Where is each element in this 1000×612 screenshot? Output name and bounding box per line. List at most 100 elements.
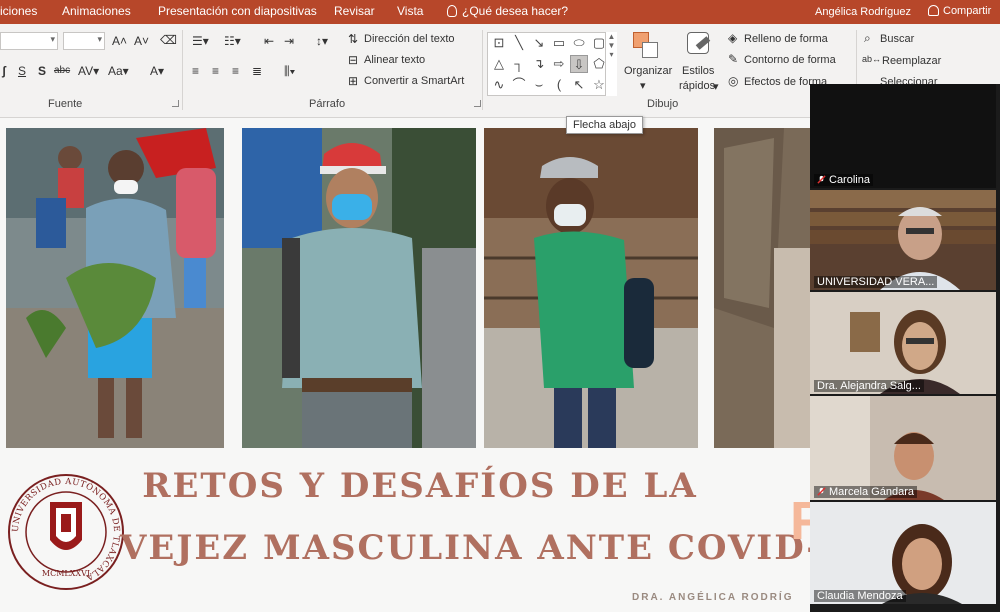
increase-indent-icon[interactable]: ⇥ [284, 34, 294, 48]
shape-outline-button[interactable]: Contorno de forma [744, 54, 836, 66]
quick-styles-icon [686, 30, 712, 58]
tab-slide-show[interactable]: Presentación con diapositivas [158, 4, 317, 18]
participant-tile-carolina[interactable]: Carolina [810, 84, 996, 188]
video-participants-panel: Carolina UNIVERSIDAD VERA... Dra. Alejan… [810, 84, 1000, 612]
right-arrow-shape-icon[interactable]: ⇨ [550, 55, 568, 73]
align-left-icon[interactable]: ≡ [192, 64, 199, 78]
font-color-icon[interactable]: A▾ [150, 64, 164, 78]
tab-view[interactable]: Vista [397, 4, 423, 18]
participant-video [810, 292, 996, 394]
arc-shape-icon[interactable]: ⌒ [510, 76, 528, 94]
replace-button[interactable]: Reemplazar [882, 55, 941, 67]
group-label-font: Fuente [48, 98, 83, 110]
slide-orange-letter: F [790, 491, 810, 551]
bracket-shape-icon[interactable]: ( [550, 76, 568, 94]
bullets-icon[interactable]: ☰▾ [192, 34, 209, 48]
arrange-icon [633, 32, 659, 60]
change-case-icon[interactable]: Aa▾ [108, 64, 129, 78]
strikethrough-icon[interactable]: abc [54, 65, 70, 76]
align-text-icon: ⊟ [348, 53, 359, 67]
align-center-icon[interactable]: ≡ [212, 64, 219, 78]
participant-tile-universidad[interactable]: UNIVERSIDAD VERA... [810, 190, 996, 290]
tell-me-box[interactable]: ¿Qué desea hacer? [447, 4, 568, 18]
down-arrow-shape-icon[interactable]: ⇩ [570, 55, 588, 73]
triangle-shape-icon[interactable]: △ [490, 55, 508, 73]
smartart-icon: ⊞ [348, 74, 359, 88]
university-seal: UNIVERSIDAD AUTÓNOMA DE TLAXCALA MCMLXXV… [8, 474, 124, 590]
participant-video [810, 502, 996, 604]
grow-font-icon[interactable]: A˄ [112, 34, 127, 48]
freeform-shape-icon[interactable]: ∿ [490, 76, 508, 94]
numbering-icon[interactable]: ☷▾ [224, 34, 241, 48]
shapes-gallery[interactable]: ⊡ ╲ ↘ ▭ ⬭ ▢ △ ┐ ↴ ⇨ ⇩ ⬠ ∿ ⌒ ⌣ ( ↖ ☆ [487, 32, 617, 96]
person-icon [928, 5, 939, 16]
paragraph-dialog-launcher-icon[interactable] [474, 100, 481, 107]
photo-partial-fourth [714, 128, 810, 448]
line-shape-icon[interactable]: ╲ [510, 34, 528, 52]
separator [482, 30, 483, 110]
shapes-gallery-scroll[interactable]: ▲ ▼ ▾ [605, 32, 617, 96]
elbow-connector-icon[interactable]: ┐ [510, 55, 528, 73]
ribbon-tab-bar: iciones Animaciones Presentación con dia… [0, 0, 1000, 24]
shadow-icon[interactable]: S [38, 64, 46, 78]
justify-icon[interactable]: ≣ [252, 64, 262, 78]
lightbulb-icon [447, 5, 457, 17]
slide-title-line-1[interactable]: RETOS Y DESAFÍOS DE LA [120, 466, 720, 506]
shrink-font-icon[interactable]: A˅ [134, 34, 149, 48]
participant-video [810, 396, 996, 500]
find-button[interactable]: Buscar [880, 33, 914, 45]
participant-name-text: UNIVERSIDAD VERA... [817, 276, 935, 288]
share-button[interactable]: Compartir [928, 5, 991, 17]
font-size-combo[interactable] [63, 32, 105, 50]
font-name-combo[interactable] [0, 32, 58, 50]
slide-title-line-2[interactable]: VEJEZ MASCULINA ANTE COVID-19 [120, 528, 810, 568]
textbox-shape-icon[interactable]: ⊡ [490, 34, 508, 52]
text-direction-button[interactable]: Dirección del texto [364, 33, 455, 45]
participant-tile-marcela[interactable]: Marcela Gándara [810, 396, 996, 500]
tab-review[interactable]: Revisar [334, 4, 375, 18]
line-spacing-icon[interactable]: ↕▾ [316, 34, 328, 48]
align-text-button[interactable]: Alinear texto [364, 54, 425, 66]
cursor-shape-icon[interactable]: ↖ [570, 76, 588, 94]
arrow-line-shape-icon[interactable]: ↘ [530, 34, 548, 52]
participant-name: Carolina [814, 174, 873, 186]
convert-smartart-button[interactable]: Convertir a SmartArt [364, 75, 464, 87]
shape-fill-button[interactable]: Relleno de forma [744, 33, 828, 45]
participant-name: Claudia Mendoza [814, 590, 906, 602]
clear-format-icon[interactable]: ⌫ [160, 33, 177, 47]
rectangle-shape-icon[interactable]: ▭ [550, 34, 568, 52]
user-name[interactable]: Angélica Rodríguez [815, 6, 911, 18]
decrease-indent-icon[interactable]: ⇤ [264, 34, 274, 48]
participant-video [810, 190, 996, 290]
participant-tile-alejandra[interactable]: Dra. Alejandra Salg... [810, 292, 996, 394]
group-label-drawing: Dibujo [647, 98, 679, 110]
tell-me-text: ¿Qué desea hacer? [462, 4, 569, 18]
elbow-arrow-icon[interactable]: ↴ [530, 55, 548, 73]
photo-man-green-shirt [484, 128, 698, 448]
participant-name-text: Claudia Mendoza [817, 590, 903, 602]
char-spacing-icon[interactable]: AV▾ [78, 64, 99, 78]
italic-icon[interactable]: ʃ [2, 64, 6, 78]
muted-mic-icon [817, 175, 826, 184]
arrange-button[interactable]: Organizar [624, 65, 672, 77]
curve-shape-icon[interactable]: ⌣ [530, 76, 548, 94]
tab-animations[interactable]: Animaciones [62, 4, 131, 18]
quick-styles-dropdown-icon[interactable]: ▾ [713, 80, 719, 93]
replace-icon: ab↔ [862, 54, 882, 64]
oval-shape-icon[interactable]: ⬭ [570, 34, 588, 52]
tooltip-down-arrow: Flecha abajo [566, 116, 643, 134]
columns-icon[interactable]: ⫼▾ [284, 64, 295, 79]
participant-name-text: Dra. Alejandra Salg... [817, 380, 921, 392]
participant-tile-claudia[interactable]: Claudia Mendoza [810, 502, 996, 604]
slide-canvas[interactable]: UNIVERSIDAD AUTÓNOMA DE TLAXCALA MCMLXXV… [0, 118, 810, 612]
slide-author[interactable]: DRA. ANGÉLICA RODRÍG [632, 592, 793, 603]
participant-name-text: Marcela Gándara [829, 486, 914, 498]
align-right-icon[interactable]: ≡ [232, 64, 239, 78]
quick-styles-label-2[interactable]: rápidos [679, 80, 715, 92]
tab-transitions[interactable]: iciones [0, 4, 37, 18]
arrange-dropdown-icon[interactable]: ▾ [640, 79, 646, 92]
underline-icon[interactable]: S [18, 64, 26, 78]
quick-styles-label-1[interactable]: Estilos [682, 65, 714, 77]
photo-man-red-cap [242, 128, 476, 448]
font-dialog-launcher-icon[interactable] [172, 100, 179, 107]
